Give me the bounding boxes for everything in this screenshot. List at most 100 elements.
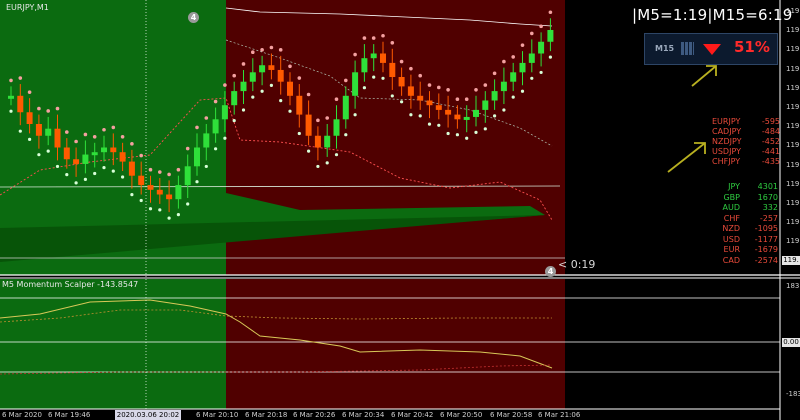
support-dot [325, 161, 329, 165]
resistance-dot [455, 97, 460, 101]
bear-candle [147, 185, 154, 190]
currency-strength-row: GBP 1670 [708, 193, 778, 202]
resistance-dot [399, 59, 404, 64]
bear-candle [417, 95, 424, 101]
bull-candle [491, 91, 498, 101]
time-tick: 6 Mar 2020 [2, 411, 42, 419]
resistance-dot [251, 50, 255, 54]
bull-candle [194, 147, 200, 167]
bull-candle [500, 81, 507, 92]
support-dot [493, 114, 497, 118]
resistance-dot [65, 130, 69, 134]
support-dot [148, 207, 153, 211]
signal-panel[interactable]: M15 51% [644, 33, 778, 65]
price-tick: 119. [786, 141, 800, 150]
resistance-dot [158, 170, 162, 174]
resistance-dot [474, 88, 478, 92]
resistance-dot [92, 135, 97, 139]
resistance-dot [176, 167, 181, 172]
resistance-dot [18, 76, 23, 80]
resistance-dot [195, 125, 199, 130]
resistance-dot [437, 85, 441, 90]
resistance-dot [204, 116, 209, 120]
support-dot [511, 95, 515, 99]
marker-bottom[interactable]: 4 [545, 266, 556, 277]
pair-name: CADJPY [712, 127, 742, 136]
pair-name: CHFJPY [712, 157, 741, 166]
support-dot [232, 119, 236, 123]
bull-candle [473, 109, 479, 117]
resistance-dot [344, 78, 348, 83]
price-tick: 119. [786, 103, 800, 111]
resistance-dot [464, 97, 469, 101]
currency-value: -1679 [754, 245, 778, 254]
support-dot [83, 177, 87, 181]
currency-value: -2574 [754, 255, 778, 265]
bull-candle [8, 95, 14, 99]
support-dot [195, 180, 199, 184]
bear-candle [128, 161, 135, 176]
resistance-dot [362, 36, 367, 40]
bull-candle [91, 152, 98, 156]
bear-candle [110, 147, 117, 153]
resistance-dot [325, 116, 330, 120]
bear-candle [296, 95, 303, 115]
pair-strength-row: CHFJPY -435 [712, 157, 780, 166]
support-dot [18, 129, 22, 133]
bear-candle [54, 128, 61, 148]
time-tick: 6 Mar 20:26 [293, 411, 336, 419]
support-dot [37, 153, 41, 157]
support-dot [390, 94, 394, 98]
sub-axis-bottom: -183 [786, 390, 800, 398]
support-dot [455, 133, 459, 137]
support-dot [520, 89, 525, 93]
resistance-dot [167, 172, 171, 177]
pair-value: -435 [761, 157, 780, 166]
price-tick: 119. [786, 179, 800, 188]
bear-candle [277, 69, 284, 82]
support-dot [427, 122, 432, 126]
down-arrow-icon [703, 44, 721, 55]
bull-candle [463, 116, 470, 120]
support-dot [279, 99, 283, 103]
support-dot [55, 164, 60, 169]
bull-candle [324, 135, 331, 148]
marker-top[interactable]: 4 [188, 12, 199, 23]
currency-strength-row: EUR -1679 [708, 245, 778, 254]
resistance-dot [223, 83, 227, 87]
currency-strength-row: CHF -257 [708, 214, 778, 223]
resistance-dot [185, 146, 190, 151]
current-price-flag: 119. [782, 256, 800, 265]
bear-candle [268, 65, 275, 70]
resistance-dot [232, 73, 236, 78]
resistance-dot [371, 36, 376, 40]
currency-name: JPY [728, 182, 740, 191]
support-dot [9, 109, 13, 113]
bull-candle [212, 119, 219, 134]
resistance-dot [306, 92, 311, 97]
time-tick: 6 Mar 20:34 [342, 411, 385, 419]
bull-candle [249, 72, 256, 82]
bull-candle [342, 95, 349, 120]
bull-candle [259, 65, 266, 73]
support-dot [316, 164, 320, 169]
support-dot [111, 169, 115, 173]
chart-window[interactable]: { "symbol_label": "EURJPY,M1", "timer_re… [0, 0, 800, 420]
pair-value: -595 [761, 117, 780, 126]
resistance-dot [55, 106, 60, 111]
bear-candle [138, 175, 145, 186]
time-tick: 6 Mar 20:18 [245, 411, 288, 419]
bull-candle [528, 53, 535, 63]
signal-timeframe: M15 [655, 44, 675, 53]
bull-candle [175, 185, 182, 200]
resistance-dot [74, 139, 78, 144]
resistance-dot [102, 127, 106, 132]
support-dot [204, 164, 208, 169]
support-dot [139, 198, 143, 203]
bear-candle [314, 135, 321, 148]
pair-name: EURJPY [712, 117, 741, 126]
pair-value: -484 [761, 127, 780, 136]
bull-candle [352, 72, 359, 96]
price-tick: 119. [786, 122, 800, 131]
price-tick: 119. [786, 26, 800, 35]
